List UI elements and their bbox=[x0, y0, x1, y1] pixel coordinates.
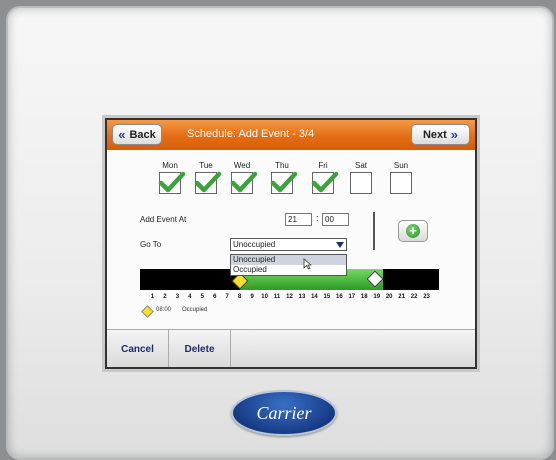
time-separator: : bbox=[316, 213, 319, 223]
go-to-label: Go To bbox=[140, 240, 162, 249]
touch-screen: « Back Schedule: Add Event - 3/4 Next » … bbox=[105, 118, 477, 369]
day-checkbox-tue[interactable] bbox=[194, 171, 222, 194]
back-button[interactable]: « Back bbox=[112, 124, 162, 145]
option-occupied[interactable]: Occupied bbox=[231, 265, 346, 275]
hour-label: 9 bbox=[250, 294, 254, 300]
day-checkbox-sun[interactable] bbox=[390, 172, 412, 194]
hour-label: 23 bbox=[423, 294, 430, 300]
next-button[interactable]: Next » bbox=[411, 124, 470, 145]
hour-label: 1 bbox=[150, 294, 155, 300]
day-checkbox-mon[interactable] bbox=[158, 171, 186, 194]
hour-label: 4 bbox=[188, 294, 192, 300]
delete-button[interactable]: Delete bbox=[169, 330, 231, 367]
back-label: Back bbox=[129, 128, 156, 141]
hour-label: 16 bbox=[335, 294, 343, 300]
day-checkbox-thu[interactable] bbox=[270, 171, 298, 194]
checkmark-icon bbox=[194, 171, 222, 193]
hour-label: 2 bbox=[163, 294, 167, 300]
hour-label: 12 bbox=[286, 294, 293, 300]
hour-label: 7 bbox=[225, 294, 229, 300]
plus-icon: + bbox=[406, 224, 420, 238]
hour-label: 17 bbox=[348, 294, 356, 300]
vertical-divider bbox=[373, 212, 375, 250]
go-to-value: Unoccupied bbox=[233, 240, 276, 249]
page-title: Schedule: Add Event - 3/4 bbox=[187, 128, 315, 140]
add-event-button[interactable]: + bbox=[398, 220, 428, 242]
day-checkbox-fri[interactable] bbox=[311, 171, 339, 194]
hour-label: 19 bbox=[373, 294, 381, 300]
mouse-pointer-icon bbox=[303, 258, 312, 270]
hour-label: 11 bbox=[273, 294, 281, 300]
hour-label: 18 bbox=[360, 294, 368, 300]
cancel-button[interactable]: Cancel bbox=[107, 330, 169, 367]
dropdown-arrow-icon[interactable] bbox=[336, 242, 344, 248]
title-bar: « Back Schedule: Add Event - 3/4 Next » bbox=[107, 120, 475, 150]
add-event-at-label: Add Event At bbox=[140, 215, 187, 224]
day-checkbox-sat[interactable] bbox=[350, 172, 372, 194]
next-label: Next bbox=[422, 128, 447, 141]
hour-label: 5 bbox=[200, 294, 204, 300]
footer-bar: Cancel Delete bbox=[107, 329, 475, 367]
hour-label: 15 bbox=[323, 294, 331, 300]
day-checkbox-wed[interactable] bbox=[230, 171, 258, 194]
hour-label: 20 bbox=[385, 294, 393, 300]
minute-input[interactable]: 00 bbox=[322, 213, 349, 226]
legend-mode: Occupied bbox=[182, 307, 208, 313]
checkmark-icon bbox=[158, 171, 186, 193]
checkmark-icon bbox=[230, 171, 258, 193]
hour-label: 3 bbox=[175, 294, 180, 300]
checkmark-icon bbox=[311, 171, 339, 193]
brand-logo: Carrier bbox=[231, 390, 337, 436]
chevron-left-icon: « bbox=[118, 127, 126, 142]
checkmark-icon bbox=[270, 171, 298, 193]
hour-label: 21 bbox=[398, 294, 405, 300]
logo-text: Carrier bbox=[256, 402, 312, 423]
hour-label: 14 bbox=[311, 294, 318, 300]
go-to-select[interactable]: Unoccupied bbox=[230, 238, 347, 251]
option-unoccupied[interactable]: Unoccupied bbox=[231, 255, 346, 265]
hour-label: 13 bbox=[298, 294, 306, 300]
chevron-right-icon: » bbox=[450, 127, 459, 142]
day-label-sun: Sun bbox=[393, 161, 409, 170]
hour-label: 10 bbox=[261, 294, 268, 300]
occupied-legend-icon bbox=[141, 305, 154, 318]
day-label-sat: Sat bbox=[354, 161, 367, 170]
legend-time: 08:00 bbox=[156, 307, 172, 313]
hour-label: 8 bbox=[237, 294, 242, 300]
go-to-options: Unoccupied Occupied bbox=[230, 254, 347, 276]
hour-input[interactable]: 21 bbox=[285, 213, 312, 226]
hour-label: 22 bbox=[410, 294, 418, 300]
hour-label: 6 bbox=[213, 294, 217, 300]
